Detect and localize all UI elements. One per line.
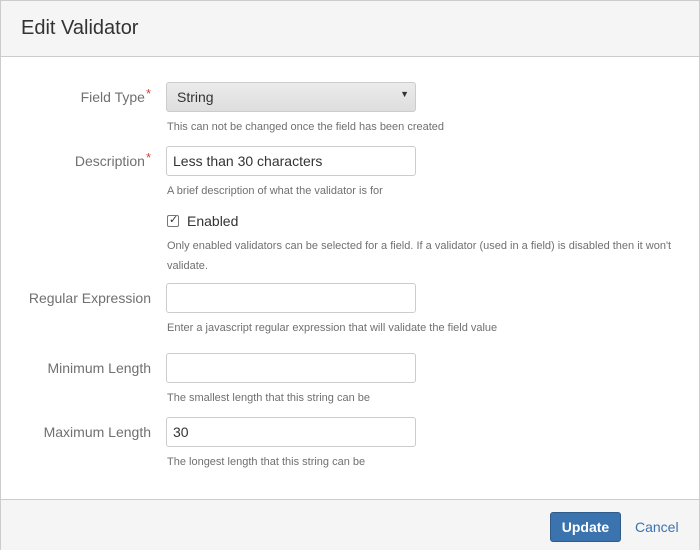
dialog-body: Field Type* String ▼ This can not be cha… bbox=[1, 57, 699, 499]
regex-label: Regular Expression bbox=[28, 290, 151, 306]
description-label-text: Description bbox=[74, 153, 145, 169]
chevron-down-icon: ▼ bbox=[400, 89, 409, 99]
required-asterisk: * bbox=[145, 150, 151, 165]
field-type-selected-value: String bbox=[177, 89, 214, 105]
max-length-help: The longest length that this string can … bbox=[167, 456, 366, 468]
field-type-select[interactable]: String ▼ bbox=[166, 82, 416, 112]
enabled-label: Enabled bbox=[187, 213, 239, 229]
min-length-input[interactable] bbox=[166, 353, 416, 383]
field-type-label-text: Field Type bbox=[80, 89, 145, 105]
enabled-help: Only enabled validators can be selected … bbox=[167, 240, 672, 272]
enabled-checkbox[interactable]: ✓ bbox=[167, 214, 179, 227]
required-asterisk: * bbox=[145, 86, 151, 101]
dialog-title: Edit Validator bbox=[21, 17, 139, 39]
max-length-input[interactable] bbox=[166, 417, 416, 447]
min-length-label: Minimum Length bbox=[47, 360, 152, 376]
update-button[interactable]: Update bbox=[550, 512, 621, 542]
dialog-footer: Update Cancel bbox=[1, 499, 699, 550]
field-type-label: Field Type* bbox=[80, 86, 151, 105]
regex-help: Enter a javascript regular expression th… bbox=[167, 322, 498, 334]
field-type-help: This can not be changed once the field h… bbox=[167, 121, 445, 133]
check-icon: ✓ bbox=[169, 214, 179, 226]
description-label: Description* bbox=[74, 150, 151, 169]
min-length-help: The smallest length that this string can… bbox=[167, 392, 370, 404]
cancel-link[interactable]: Cancel bbox=[635, 519, 679, 535]
description-input[interactable] bbox=[166, 146, 416, 176]
regex-input[interactable] bbox=[166, 283, 416, 313]
dialog-header: Edit Validator bbox=[1, 1, 699, 57]
description-help: A brief description of what the validato… bbox=[167, 185, 383, 197]
edit-validator-dialog: Edit Validator Field Type* String ▼ This… bbox=[0, 0, 700, 550]
enabled-checkbox-row: ✓ Enabled bbox=[167, 213, 238, 229]
max-length-label: Maximum Length bbox=[43, 424, 151, 440]
